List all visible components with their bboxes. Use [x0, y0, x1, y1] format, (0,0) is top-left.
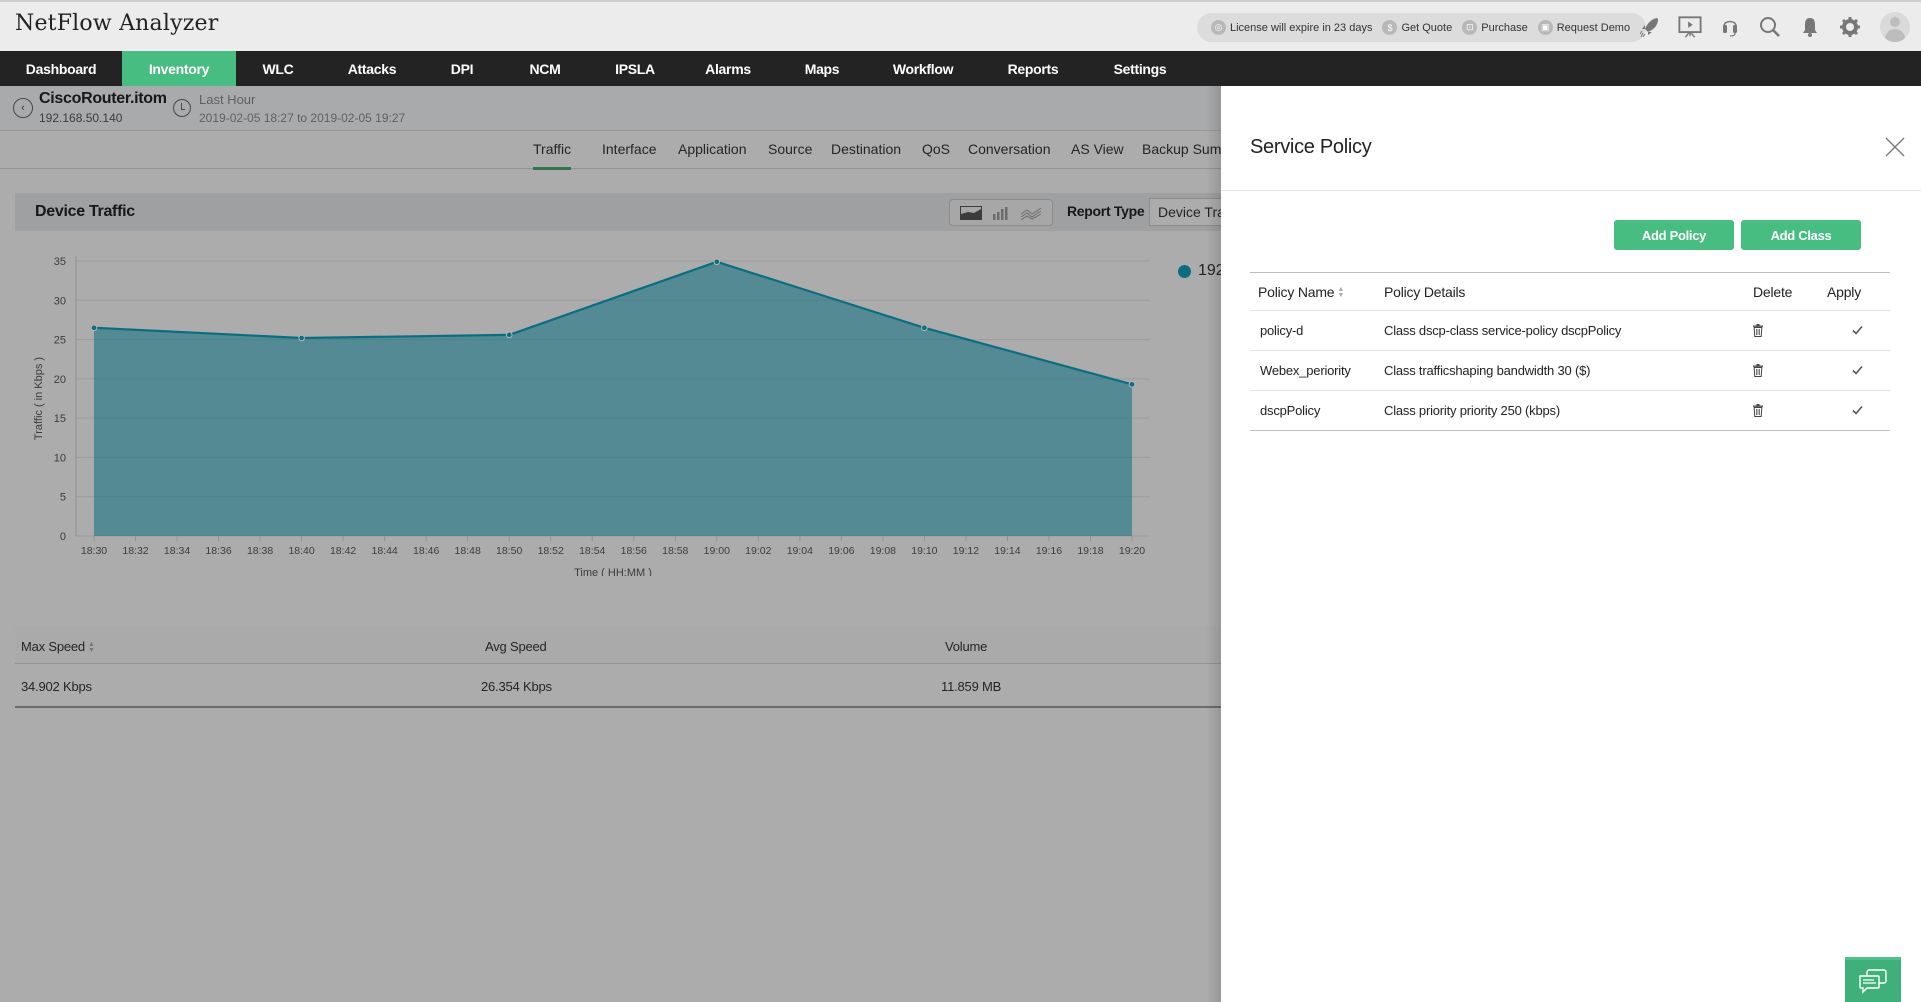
header-icons — [1638, 12, 1910, 42]
policy-row: dscpPolicy Class priority priority 250 (… — [1250, 391, 1890, 431]
nav-attacks[interactable]: Attacks — [320, 51, 424, 86]
license-text[interactable]: License will expire in 23 days — [1230, 22, 1372, 34]
panel-shadow — [1206, 86, 1221, 1002]
nav-reports[interactable]: Reports — [978, 51, 1088, 86]
nav-wlc[interactable]: WLC — [236, 51, 320, 86]
nav-alarms[interactable]: Alarms — [680, 51, 776, 86]
nav-settings[interactable]: Settings — [1088, 51, 1192, 86]
cart-icon: ⊡ — [1462, 20, 1478, 35]
gear-icon[interactable] — [1838, 14, 1862, 40]
trash-icon[interactable] — [1753, 324, 1763, 337]
service-policy-panel: Service Policy Add Policy Add Class Poli… — [1221, 86, 1921, 1002]
chat-icon — [1859, 969, 1887, 994]
col-apply: Apply — [1827, 284, 1862, 300]
panel-divider — [1221, 190, 1921, 191]
policy-name: dscpPolicy — [1260, 403, 1321, 418]
request-demo-link[interactable]: Request Demo — [1557, 22, 1630, 34]
col-delete: Delete — [1753, 284, 1793, 300]
rocket-icon[interactable] — [1638, 14, 1662, 40]
nav-ncm[interactable]: NCM — [500, 51, 590, 86]
policy-name: Webex_periority — [1260, 363, 1351, 378]
policy-table-header: Policy Name ▲ ▼ Policy Details Delete Appl… — [1250, 273, 1890, 311]
nav-inventory[interactable]: Inventory — [122, 51, 236, 86]
check-icon[interactable] — [1852, 405, 1863, 415]
nav-ipsla[interactable]: IPSLA — [590, 51, 680, 86]
policy-details: Class dscp-class service-policy dscpPoli… — [1384, 323, 1622, 338]
service-policy-title: Service Policy — [1250, 136, 1372, 158]
app-title: NetFlow Analyzer — [15, 11, 219, 36]
license-icon: ◎ — [1211, 20, 1226, 35]
get-quote-link[interactable]: Get Quote — [1401, 22, 1452, 34]
add-class-button[interactable]: Add Class — [1741, 220, 1861, 250]
check-icon[interactable] — [1852, 365, 1863, 375]
col-policy-name[interactable]: Policy Name ▲ ▼ — [1258, 284, 1344, 300]
avatar[interactable] — [1880, 12, 1910, 42]
search-icon[interactable] — [1758, 14, 1782, 40]
nav-dpi[interactable]: DPI — [424, 51, 500, 86]
purchase-link[interactable]: Purchase — [1481, 22, 1527, 34]
check-icon[interactable] — [1852, 325, 1863, 335]
demo-icon: ▣ — [1537, 20, 1553, 35]
close-icon[interactable] — [1884, 136, 1906, 158]
col-policy-details: Policy Details — [1384, 284, 1466, 300]
policy-details: Class priority priority 250 (kbps) — [1384, 403, 1560, 418]
presentation-icon[interactable] — [1678, 14, 1702, 40]
sort-icon: ▲ ▼ — [1337, 286, 1345, 300]
nav-workflow[interactable]: Workflow — [868, 51, 978, 86]
nav-maps[interactable]: Maps — [776, 51, 868, 86]
dollar-icon: $ — [1382, 20, 1398, 35]
policy-name: policy-d — [1260, 323, 1304, 338]
policy-row: Webex_periority Class trafficshaping ban… — [1250, 351, 1890, 391]
col-policy-name-label: Policy Name — [1258, 284, 1335, 300]
modal-backdrop[interactable] — [0, 86, 1221, 1002]
nav-dashboard[interactable]: Dashboard — [0, 51, 122, 86]
bell-icon[interactable] — [1798, 14, 1822, 40]
trash-icon[interactable] — [1753, 404, 1763, 417]
promo-bar: ◎ License will expire in 23 days $ Get Q… — [1197, 13, 1647, 42]
add-policy-button[interactable]: Add Policy — [1614, 220, 1734, 250]
chat-button[interactable] — [1845, 957, 1901, 1002]
policy-details: Class trafficshaping bandwidth 30 ($) — [1384, 363, 1591, 378]
top-header: NetFlow Analyzer ◎ License will expire i… — [0, 0, 1921, 51]
main-nav: Dashboard Inventory WLC Attacks DPI NCM … — [0, 51, 1921, 86]
headset-icon[interactable] — [1718, 14, 1742, 40]
trash-icon[interactable] — [1753, 364, 1763, 377]
policy-table: Policy Name ▲ ▼ Policy Details Delete Appl… — [1250, 272, 1890, 431]
policy-row: policy-d Class dscp-class service-policy… — [1250, 311, 1890, 351]
